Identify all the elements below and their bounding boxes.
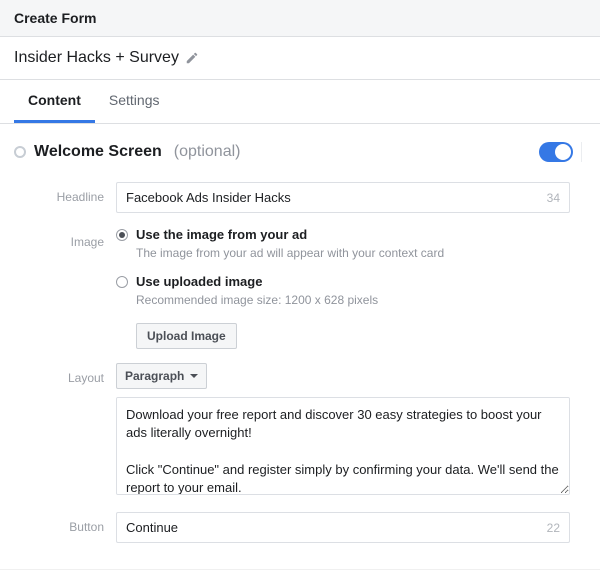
- welcome-toggle[interactable]: [539, 142, 573, 162]
- image-uploaded-sub: Recommended image size: 1200 x 628 pixel…: [136, 293, 570, 307]
- radio-icon: [116, 229, 128, 241]
- image-from-ad-label: Use the image from your ad: [136, 227, 307, 242]
- upload-image-button[interactable]: Upload Image: [136, 323, 237, 349]
- layout-dropdown-value: Paragraph: [125, 369, 184, 383]
- layout-row: Layout Paragraph: [36, 363, 570, 498]
- headline-input[interactable]: [116, 182, 570, 213]
- optional-label: (optional): [174, 143, 241, 161]
- image-label: Image: [36, 227, 116, 249]
- radio-icon: [116, 276, 128, 288]
- image-from-ad-option[interactable]: Use the image from your ad: [116, 227, 570, 242]
- section-bullet-icon: [14, 146, 26, 158]
- button-label: Button: [36, 512, 116, 534]
- image-uploaded-label: Use uploaded image: [136, 274, 262, 289]
- form-name-row: Insider Hacks + Survey: [0, 37, 600, 80]
- section-header: Welcome Screen (optional): [14, 142, 586, 162]
- tab-settings[interactable]: Settings: [95, 80, 174, 123]
- headline-row: Headline 34: [36, 182, 570, 213]
- button-input[interactable]: [116, 512, 570, 543]
- image-uploaded-option[interactable]: Use uploaded image: [116, 274, 570, 289]
- button-char-count: 22: [547, 521, 560, 535]
- tabs: Content Settings: [0, 80, 600, 124]
- button-row: Button 22: [36, 512, 570, 543]
- layout-label: Layout: [36, 363, 116, 385]
- chevron-down-icon: [190, 374, 198, 378]
- headline-label: Headline: [36, 182, 116, 204]
- modal-title: Create Form: [14, 10, 96, 26]
- tab-content[interactable]: Content: [14, 80, 95, 123]
- welcome-screen-section: Welcome Screen (optional) Headline 34 Im…: [0, 124, 600, 570]
- layout-textarea[interactable]: [116, 397, 570, 495]
- section-title: Welcome Screen: [34, 143, 162, 161]
- image-row: Image Use the image from your ad The ima…: [36, 227, 570, 349]
- edit-icon[interactable]: [185, 51, 199, 65]
- form-name: Insider Hacks + Survey: [14, 49, 179, 67]
- toggle-knob: [555, 144, 571, 160]
- image-from-ad-sub: The image from your ad will appear with …: [136, 246, 570, 260]
- headline-char-count: 34: [547, 191, 560, 205]
- modal-header: Create Form: [0, 0, 600, 37]
- layout-dropdown[interactable]: Paragraph: [116, 363, 207, 389]
